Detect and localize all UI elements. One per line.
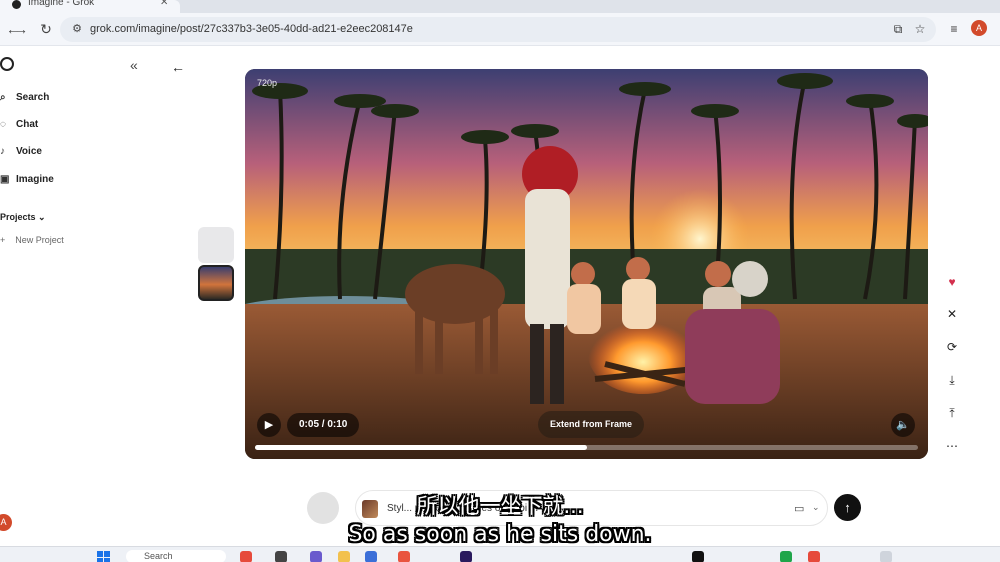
sidebar: « ⌕ Search ◌ Chat ♪ Voice ▣ Imagine Proj… — [0, 47, 155, 547]
playback-time: 0:05 / 0:10 — [287, 413, 360, 437]
sidebar-item-chat[interactable]: ◌ Chat — [0, 115, 38, 133]
new-project-button[interactable]: + New Project — [0, 235, 64, 245]
new-project-label: New Project — [15, 235, 64, 245]
download-icon[interactable]: ⤓ — [943, 371, 961, 389]
sidebar-item-voice[interactable]: ♪ Voice — [0, 142, 42, 160]
search-icon: ⌕ — [0, 91, 6, 103]
extend-from-frame-button[interactable]: Extend from Frame — [538, 411, 645, 438]
heart-icon[interactable]: ♥ — [943, 273, 961, 291]
windows-taskbar: Search — [0, 546, 1000, 562]
browser-tab[interactable]: Imagine - Grok ✕ — [0, 0, 180, 13]
back-button[interactable]: ← — [168, 57, 188, 77]
quality-badge: 720p — [257, 78, 278, 88]
browser-toolbar: ← → ↻ ⚙ grok.com/imagine/post/27c337b3-3… — [0, 13, 1000, 46]
imagine-icon: ▣ — [0, 173, 10, 185]
grok-favicon-icon — [12, 0, 21, 9]
sidebar-item-label: Imagine — [16, 173, 54, 185]
taskbar-app-icon[interactable] — [310, 551, 322, 562]
video-player[interactable]: 720p ▶ 0:05 / 0:10 Extend from Frame 🔈 — [245, 69, 928, 459]
regenerate-icon[interactable]: ⟳ — [943, 338, 961, 356]
projects-header[interactable]: Projects ⌄ — [0, 212, 46, 223]
share-icon[interactable]: ⤒ — [943, 404, 961, 422]
media-control-icon[interactable]: ≡ — [946, 21, 962, 37]
forward-arrow-icon[interactable]: → — [12, 20, 30, 38]
browser-tabstrip: Imagine - Grok ✕ — [0, 0, 1000, 13]
taskbar-app-icon[interactable] — [808, 551, 820, 562]
video-progress-bar[interactable] — [255, 445, 918, 450]
chat-icon: ◌ — [0, 118, 6, 130]
install-app-icon[interactable]: ⧉ — [891, 22, 905, 36]
address-bar[interactable]: ⚙ grok.com/imagine/post/27c337b3-3e05-40… — [60, 17, 936, 42]
volume-icon[interactable]: 🔈 — [891, 413, 915, 437]
collapse-sidebar-icon[interactable]: « — [130, 57, 138, 73]
url-text[interactable]: grok.com/imagine/post/27c337b3-3e05-40dd… — [90, 23, 413, 35]
video-progress-fill — [255, 445, 587, 450]
subtitle-chinese: 所以他一坐下就... — [416, 494, 584, 518]
site-info-icon[interactable]: ⚙ — [70, 22, 84, 36]
subtitle-english: So as soon as he sits down. — [348, 522, 652, 547]
video-frame-illustration — [245, 69, 928, 459]
x-share-icon[interactable]: ✕ — [943, 305, 961, 323]
folder-icon[interactable] — [338, 551, 350, 562]
bookmark-star-icon[interactable]: ☆ — [913, 22, 927, 36]
profile-avatar[interactable]: A — [971, 20, 987, 36]
tiktok-icon[interactable] — [692, 551, 704, 562]
close-tab-icon[interactable]: ✕ — [160, 0, 168, 8]
chrome-icon[interactable] — [398, 551, 410, 562]
chevron-down-icon: ⌄ — [38, 212, 46, 222]
voice-icon: ♪ — [0, 145, 5, 157]
play-icon[interactable]: ▶ — [257, 413, 281, 437]
sidebar-item-imagine[interactable]: ▣ Imagine — [0, 170, 54, 188]
taskbar-app-icon[interactable] — [365, 551, 377, 562]
windows-start-icon[interactable] — [97, 551, 110, 562]
tab-title: Imagine - Grok — [28, 0, 95, 8]
taskbar-app-icon[interactable] — [275, 551, 287, 562]
sidebar-item-label: Chat — [16, 118, 39, 130]
more-options-icon[interactable]: ⋯ — [943, 437, 961, 455]
taskbar-app-icon[interactable] — [780, 551, 792, 562]
selected-variation-thumbnail[interactable] — [198, 265, 234, 301]
sidebar-item-label: Voice — [16, 145, 42, 157]
reload-icon[interactable]: ↻ — [37, 20, 55, 38]
premiere-icon[interactable] — [460, 551, 472, 562]
projects-label: Projects — [0, 212, 36, 222]
plus-icon: + — [0, 235, 6, 245]
sidebar-item-search[interactable]: ⌕ Search — [0, 88, 49, 106]
taskbar-app-icon[interactable] — [240, 551, 252, 562]
variation-thumbnail[interactable] — [198, 227, 234, 263]
sidebar-item-label: Search — [16, 91, 50, 103]
system-tray-icon[interactable] — [880, 551, 892, 562]
grok-logo-icon[interactable] — [0, 57, 14, 71]
taskbar-search[interactable]: Search — [126, 550, 226, 562]
